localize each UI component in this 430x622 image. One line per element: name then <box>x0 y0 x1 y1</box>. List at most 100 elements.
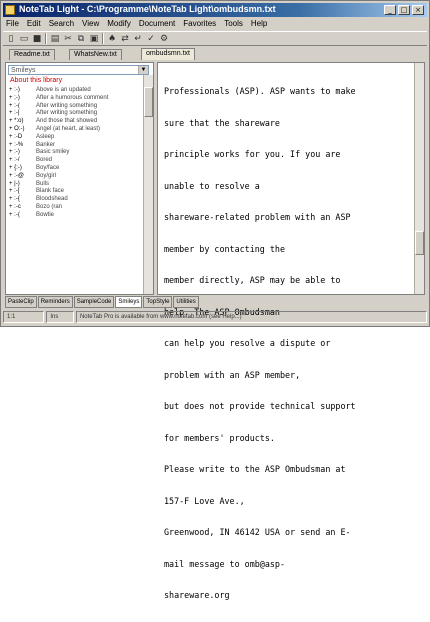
clip-text: After a humorous comment <box>36 94 109 101</box>
menu-tools[interactable]: Tools <box>224 18 243 30</box>
menu-bar: File Edit Search View Modify Document Fa… <box>3 18 427 30</box>
list-item[interactable]: + :-| After writing something <box>6 110 143 118</box>
clip-text: And those that showed <box>36 118 98 125</box>
status-insert-mode: Ins <box>46 311 74 323</box>
file-tabs: Readme.txt WhatsNew.txt ombudsmn.txt <box>3 48 427 60</box>
clip-key: + :-( <box>9 102 20 109</box>
clip-text: Bloodshead <box>36 196 68 203</box>
list-item[interactable]: + :-) Basic smiley <box>6 149 143 157</box>
tab-readme[interactable]: Readme.txt <box>9 49 55 60</box>
list-item[interactable]: + :-@ Boy/girl <box>6 173 143 181</box>
print-icon[interactable]: ▤ <box>50 34 60 44</box>
clip-tab-utilities[interactable]: Utilities <box>173 296 199 308</box>
toolbar-separator <box>102 33 104 44</box>
list-item[interactable]: + :-/ Bored <box>6 157 143 165</box>
clip-text: After writing something <box>36 110 98 117</box>
editor-line: 157-F Love Ave., <box>164 495 245 506</box>
clip-tab-topstyle[interactable]: TopStyle <box>143 296 173 308</box>
editor-text[interactable]: Professionals (ASP). ASP wants to make s… <box>164 65 412 622</box>
clip-key: + *:o) <box>9 118 24 125</box>
clip-text: Above is an updated <box>36 87 91 93</box>
clip-text: Bulls <box>36 180 50 187</box>
close-button[interactable]: × <box>412 5 424 15</box>
options-icon[interactable]: ⚙ <box>159 34 169 44</box>
menu-document[interactable]: Document <box>139 18 175 30</box>
editor-line: principle works for you. If you are <box>164 149 341 159</box>
clip-text: Bowtie <box>36 211 55 218</box>
menu-favorites[interactable]: Favorites <box>183 18 216 30</box>
menu-help[interactable]: Help <box>251 18 267 30</box>
menu-search[interactable]: Search <box>49 18 74 30</box>
editor-line: sure that the shareware <box>164 117 280 128</box>
maximize-button[interactable]: □ <box>398 5 410 15</box>
editor-line: Greenwood, IN 46142 USA or send an E- <box>164 527 351 537</box>
editor-scroll-thumb[interactable] <box>415 231 424 255</box>
clip-key: + :-{ <box>9 196 20 203</box>
wrap-icon[interactable]: ↵ <box>133 34 143 44</box>
list-item[interactable]: + :-D Asleep <box>6 134 143 142</box>
text-editor[interactable]: Professionals (ASP). ASP wants to make s… <box>157 62 425 600</box>
clip-key: + :-( <box>9 211 20 218</box>
clip-text: Banker <box>36 141 56 148</box>
menu-file[interactable]: File <box>6 18 19 30</box>
clip-text: Boy/girl <box>36 172 57 179</box>
library-select[interactable]: Smileys ▼ <box>8 65 149 75</box>
list-item[interactable]: + :-% Banker <box>6 142 143 150</box>
menu-edit[interactable]: Edit <box>27 18 41 30</box>
chevron-down-icon[interactable]: ▼ <box>138 66 148 74</box>
clip-tab-smileys[interactable]: Smileys <box>115 296 143 308</box>
copy-icon[interactable]: ⧉ <box>76 34 86 44</box>
list-item[interactable]: + :-(After writing something <box>6 103 143 111</box>
editor-line: shareware.org <box>164 590 230 600</box>
list-item[interactable]: + |-) Bulls <box>6 181 143 189</box>
editor-line: Professionals (ASP). ASP wants to make <box>164 86 356 96</box>
library-header[interactable]: About this library <box>10 77 62 84</box>
clip-tab-reminders[interactable]: Reminders <box>37 296 73 308</box>
spell-icon[interactable]: ✓ <box>146 34 156 44</box>
list-item[interactable]: + :-( Bowtie <box>6 212 143 220</box>
paste-icon[interactable]: ▣ <box>89 34 99 44</box>
editor-line: shareware-related problem with an ASP <box>164 212 351 222</box>
list-item[interactable]: + :-) Above is an updated <box>6 87 143 95</box>
clip-key: + :-[ <box>9 188 20 195</box>
clip-text: Boy/face <box>36 164 60 171</box>
clip-key: + :-/ <box>9 157 20 164</box>
list-item[interactable]: + :-c Bozo (ran <box>6 204 143 212</box>
tab-ombudsmn[interactable]: ombudsmn.txt <box>141 48 195 60</box>
clip-text: Bored <box>36 157 53 164</box>
menu-view[interactable]: View <box>82 18 99 30</box>
replace-icon[interactable]: ⇄ <box>120 34 130 44</box>
cut-icon[interactable]: ✂ <box>63 34 73 44</box>
find-icon[interactable]: ♠ <box>107 34 117 44</box>
list-item[interactable]: + O:-) Angel (at heart, at least) <box>6 126 143 134</box>
editor-scrollbar[interactable] <box>414 63 424 294</box>
editor-line: Please write to the ASP Ombudsman at <box>164 464 346 474</box>
menu-modify[interactable]: Modify <box>107 18 131 30</box>
window-controls: _ □ × <box>384 5 424 15</box>
library-scrollbar[interactable] <box>143 75 153 294</box>
editor-line: can help you resolve a dispute or <box>164 338 331 348</box>
list-item[interactable]: + *:o) And those that showed <box>6 118 143 126</box>
list-item[interactable]: + :-{ Bloodshead <box>6 196 143 204</box>
clip-key: + :-) <box>9 149 20 156</box>
editor-line: member directly, ASP may be able to <box>164 275 341 285</box>
list-item[interactable]: + :-[Blank face <box>6 188 143 196</box>
list-item[interactable]: + ;-) After a humorous comment <box>6 95 143 103</box>
clip-key: + {:-) <box>9 164 22 171</box>
minimize-button[interactable]: _ <box>384 5 396 15</box>
clip-tab-samplecode[interactable]: SampleCode <box>73 296 115 308</box>
clip-text: Bozo (ran <box>36 203 63 210</box>
new-icon[interactable]: ▯ <box>6 34 16 44</box>
app-window: NoteTab Light - C:\Programme\NoteTab Lig… <box>0 0 430 600</box>
save-icon[interactable]: ■ <box>32 34 42 44</box>
clip-tab-pasteclip[interactable]: PasteClip <box>5 296 37 308</box>
status-bar: 1:1 Ins NoteTab Pro is available from ww… <box>3 311 427 323</box>
tab-whatsnew[interactable]: WhatsNew.txt <box>69 49 122 60</box>
list-item[interactable]: + {:-) Boy/face <box>6 165 143 173</box>
title-bar[interactable]: NoteTab Light - C:\Programme\NoteTab Lig… <box>3 3 427 17</box>
open-icon[interactable]: ▭ <box>19 34 29 44</box>
clip-key: + :-) <box>9 87 20 93</box>
library-scroll-thumb[interactable] <box>144 87 153 117</box>
clip-text: Asleep <box>36 133 55 140</box>
status-position: 1:1 <box>3 311 45 323</box>
